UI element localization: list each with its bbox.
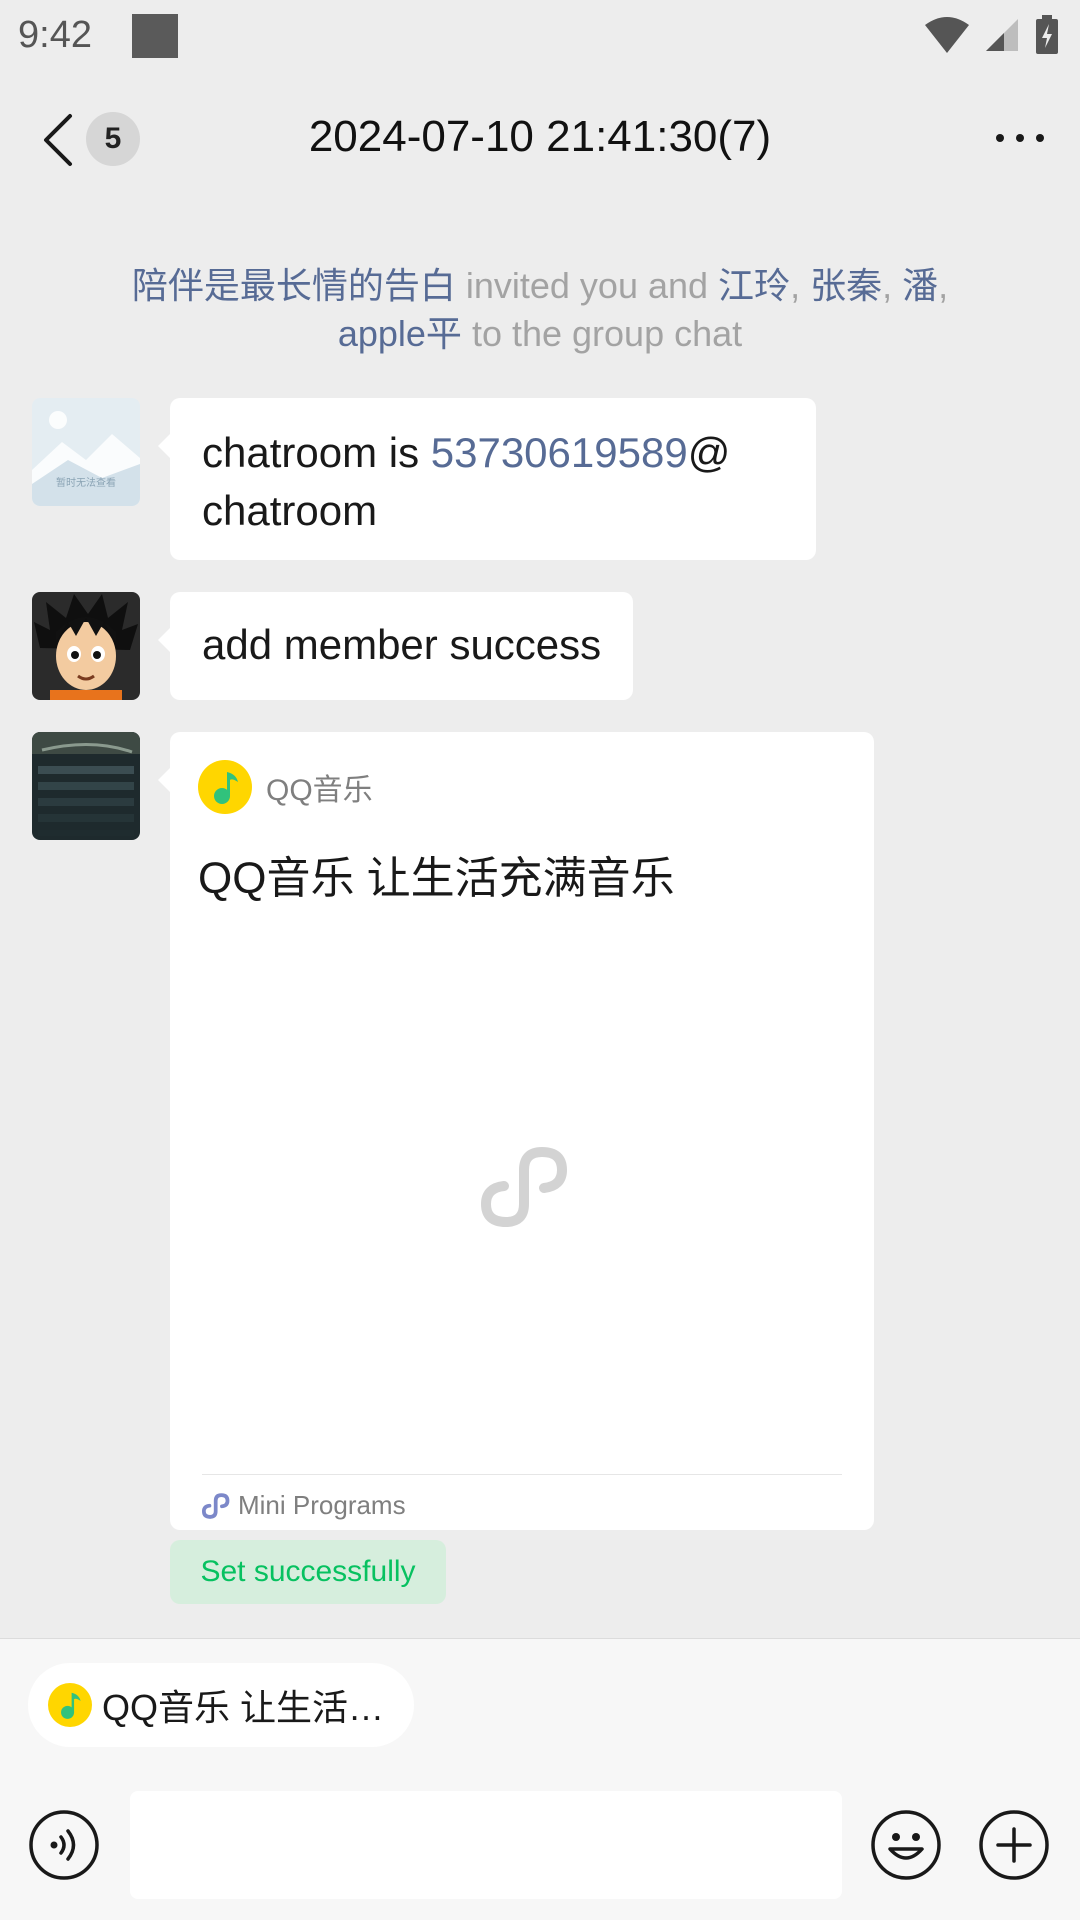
member-link[interactable]: 张秦 bbox=[810, 265, 882, 306]
avatar[interactable] bbox=[32, 592, 140, 700]
title-bar: 5 2024-07-10 21:41:30(7) bbox=[0, 80, 1080, 200]
avatar-caption: 暂时无法查看 bbox=[56, 476, 116, 489]
message-bubble[interactable]: chatroom is 53730619589@ chatroom bbox=[158, 398, 816, 560]
chat-title: 2024-07-10 21:41:30(7) bbox=[308, 112, 772, 161]
voice-input-icon[interactable] bbox=[28, 1809, 100, 1881]
status-tag: Set successfully bbox=[170, 1540, 446, 1604]
status-bar: 9:42 bbox=[0, 0, 1080, 76]
member-link[interactable]: 潘 bbox=[902, 265, 938, 306]
mini-program-logo-icon bbox=[480, 1146, 568, 1227]
separator: , bbox=[790, 265, 811, 306]
status-icons bbox=[924, 14, 1060, 56]
image-placeholder-icon: 暂时无法查看 bbox=[32, 398, 140, 506]
qq-music-icon bbox=[48, 1683, 92, 1727]
status-time: 9:42 bbox=[18, 14, 92, 56]
system-text: to the group chat bbox=[461, 313, 743, 354]
mini-program-footer: Mini Programs bbox=[202, 1490, 406, 1521]
quote-chip[interactable]: QQ音乐 让生活… bbox=[28, 1663, 414, 1747]
input-panel: QQ音乐 让生活… bbox=[0, 1638, 1080, 1920]
mini-program-title: QQ音乐 让生活充满音乐 bbox=[198, 854, 675, 903]
system-text: invited you and bbox=[455, 265, 719, 306]
mini-program-card[interactable]: QQ音乐 QQ音乐 让生活充满音乐 Mini Programs bbox=[158, 732, 874, 1530]
message-text: add member success bbox=[202, 621, 602, 668]
member-link[interactable]: apple平 bbox=[338, 313, 462, 354]
avatar[interactable]: 暂时无法查看 bbox=[32, 398, 140, 506]
number-link[interactable]: 53730619589 bbox=[431, 429, 688, 476]
qq-music-icon bbox=[198, 760, 252, 814]
message-text: chatroom is bbox=[202, 429, 431, 476]
battery-icon bbox=[1036, 15, 1058, 54]
mini-program-header: QQ音乐 bbox=[198, 760, 373, 814]
inviter-link[interactable]: 陪伴是最长情的告白 bbox=[132, 265, 456, 306]
keyboard-photo-avatar bbox=[32, 732, 140, 840]
message-bubble[interactable]: add member success bbox=[157, 592, 634, 700]
mini-program-app-name: QQ音乐 bbox=[266, 774, 373, 807]
divider bbox=[202, 1474, 842, 1475]
mini-program-small-icon bbox=[202, 1492, 230, 1519]
notification-icon bbox=[132, 14, 178, 58]
avatar[interactable] bbox=[32, 732, 140, 840]
more-icon[interactable] bbox=[990, 118, 1050, 158]
signal-icon bbox=[986, 19, 1018, 51]
system-message: 陪伴是最长情的告白 invited you and 江玲, 张秦, 潘, app… bbox=[100, 262, 980, 358]
message-input[interactable] bbox=[130, 1791, 842, 1899]
separator: , bbox=[882, 265, 903, 306]
plus-icon[interactable] bbox=[978, 1809, 1050, 1881]
emoji-icon[interactable] bbox=[870, 1809, 942, 1881]
separator: , bbox=[938, 265, 949, 306]
member-link[interactable]: 江玲 bbox=[718, 265, 790, 306]
wifi-icon bbox=[925, 17, 969, 53]
cartoon-avatar-image bbox=[32, 592, 140, 700]
quote-text: QQ音乐 让生活… bbox=[102, 1687, 385, 1728]
mini-program-footer-label: Mini Programs bbox=[238, 1490, 406, 1520]
